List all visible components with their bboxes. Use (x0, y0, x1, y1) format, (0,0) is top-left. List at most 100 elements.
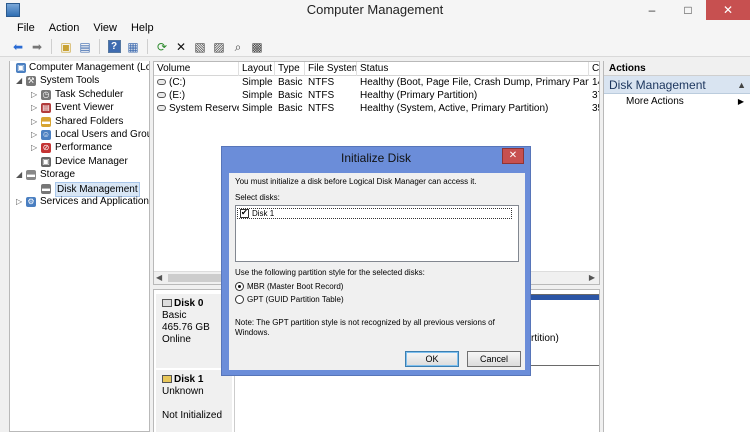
collapse-triangle-icon[interactable]: ◢ (16, 74, 22, 87)
search-icon[interactable]: ⌕ (230, 39, 246, 55)
help-icon[interactable]: ? (106, 39, 122, 55)
collapse-caret-icon[interactable]: ▲ (737, 76, 746, 94)
maximize-button[interactable]: □ (670, 0, 706, 20)
disk-properties-icon[interactable]: ▩ (249, 39, 265, 55)
expand-triangle-icon[interactable]: ▷ (31, 141, 37, 154)
tree-item-event-viewer[interactable]: ▷ ▤ Event Viewer (10, 101, 149, 114)
disk-select-list[interactable]: Disk 1 (235, 205, 519, 262)
disk-name: Disk 0 (174, 298, 204, 309)
scroll-right-icon[interactable]: ▶ (589, 273, 595, 282)
copy-icon[interactable]: ▨ (211, 39, 227, 55)
tree-item-storage[interactable]: ◢ ▬ Storage (10, 168, 149, 181)
column-header-type[interactable]: Type (275, 62, 305, 76)
scroll-left-icon[interactable]: ◀ (156, 273, 162, 282)
disk-icon (162, 299, 172, 308)
more-actions-item[interactable]: More Actions ▶ (604, 94, 750, 110)
expand-triangle-icon[interactable]: ▷ (31, 101, 37, 114)
volume-cell: (C:) (154, 76, 239, 89)
disk-list-item-label: Disk 1 (252, 209, 275, 218)
column-header-status[interactable]: Status (357, 62, 589, 76)
storage-icon: ▬ (26, 170, 36, 181)
dialog-title: Initialize Disk (340, 151, 412, 165)
partition-style-label: Use the following partition style for th… (235, 268, 425, 277)
volume-icon (157, 79, 166, 86)
ok-button[interactable]: OK (405, 351, 459, 367)
disk-1-label[interactable]: Disk 1 Unknown Not Initialized (156, 370, 232, 432)
tree-item-label: Storage (40, 169, 76, 181)
table-row[interactable]: (C:) Simple Basic NTFS Healthy (Boot, Pa… (154, 76, 599, 89)
navigation-tree: ▣ Computer Management (Local ◢ ⚒ System … (9, 61, 150, 432)
menu-action[interactable]: Action (42, 20, 87, 37)
mbr-option[interactable]: MBR (Master Boot Record) (235, 282, 343, 291)
column-header-volume[interactable]: Volume (154, 62, 239, 76)
close-window-button[interactable]: ✕ (706, 0, 750, 20)
table-row[interactable]: System Reserved Simple Basic NTFS Health… (154, 102, 599, 115)
layout-cell: Simple (242, 103, 273, 114)
properties-icon[interactable]: ▦ (125, 39, 141, 55)
users-groups-icon: ☺ (41, 129, 51, 140)
tree-item-task-scheduler[interactable]: ▷ ◷ Task Scheduler (10, 88, 149, 101)
help-icon-box: ? (107, 40, 121, 53)
volume-name: (E:) (169, 90, 186, 101)
expand-triangle-icon[interactable]: ▷ (16, 195, 22, 208)
back-arrow-icon[interactable]: ⬅ (10, 39, 26, 55)
tree-item-local-users-groups[interactable]: ▷ ☺ Local Users and Groups (10, 128, 149, 141)
delete-icon[interactable]: ✕ (173, 39, 189, 55)
layout-cell: Simple (242, 90, 273, 101)
minimize-button[interactable]: – (634, 0, 670, 20)
gpt-radio[interactable] (235, 295, 244, 304)
tree-item-label: Shared Folders (55, 115, 124, 127)
refresh-icon[interactable]: ⟳ (154, 39, 170, 55)
column-header-file-system[interactable]: File System (305, 62, 357, 76)
show-hide-tree-icon[interactable]: ▤ (77, 39, 93, 55)
forward-arrow-icon[interactable]: ➡ (29, 39, 45, 55)
shared-folders-icon: ▬ (41, 116, 51, 127)
menu-view[interactable]: View (86, 20, 124, 37)
disk-name: Disk 1 (174, 374, 204, 385)
volume-name: System Reserved (169, 103, 239, 114)
toolbar-separator (51, 39, 52, 54)
tree-item-computer-management[interactable]: ▣ Computer Management (Local (10, 61, 149, 74)
disk-list-item[interactable]: Disk 1 (237, 208, 512, 219)
fs-cell: NTFS (308, 77, 335, 88)
column-header-layout[interactable]: Layout (239, 62, 275, 76)
volume-table-header: Volume Layout Type File System Status C (154, 62, 599, 76)
actions-section-disk-management[interactable]: Disk Management ▲ (604, 76, 750, 94)
tree-item-services-applications[interactable]: ▷ ⚙ Services and Applications (10, 195, 149, 208)
menu-help[interactable]: Help (124, 20, 161, 37)
toolbar: ⬅ ➡ ▣ ▤ ? ▦ ⟳ ✕ ▧ ▨ ⌕ ▩ (0, 37, 750, 57)
initialize-disk-dialog: Initialize Disk ✕ You must initialize a … (221, 146, 531, 376)
services-icon: ⚙ (26, 196, 36, 207)
disk-icon (162, 375, 172, 384)
disk-1-unallocated[interactable] (234, 370, 599, 432)
partition-block[interactable]: rtition) (524, 294, 599, 366)
volume-icon (157, 92, 166, 99)
mbr-radio[interactable] (235, 282, 244, 291)
event-viewer-icon: ▤ (41, 103, 51, 114)
actions-section-label: Disk Management (609, 78, 706, 92)
up-folder-icon[interactable]: ▣ (58, 39, 74, 55)
volume-icon (157, 105, 166, 112)
collapse-triangle-icon[interactable]: ◢ (16, 168, 22, 181)
expand-triangle-icon[interactable]: ▷ (31, 115, 37, 128)
menu-file[interactable]: File (10, 20, 42, 37)
open-icon[interactable]: ▧ (192, 39, 208, 55)
mbr-label: MBR (Master Boot Record) (247, 282, 344, 291)
tree-item-system-tools[interactable]: ◢ ⚒ System Tools (10, 74, 149, 87)
tree-item-label: Event Viewer (55, 102, 114, 114)
disk-1-checkbox[interactable] (240, 208, 249, 218)
tree-item-disk-management[interactable]: ▬ Disk Management (10, 181, 149, 197)
tree-item-label: Task Scheduler (55, 88, 124, 100)
cancel-button[interactable]: Cancel (467, 351, 521, 367)
expand-triangle-icon[interactable]: ▷ (31, 88, 37, 101)
expand-triangle-icon[interactable]: ▷ (31, 128, 37, 141)
tree-item-device-manager[interactable]: ▣ Device Manager (10, 155, 149, 168)
select-disks-label: Select disks: (235, 193, 280, 202)
tree-item-shared-folders[interactable]: ▷ ▬ Shared Folders (10, 115, 149, 128)
table-row[interactable]: (E:) Simple Basic NTFS Healthy (Primary … (154, 89, 599, 102)
tree-item-performance[interactable]: ▷ ⊘ Performance (10, 141, 149, 154)
dialog-close-button[interactable]: ✕ (502, 148, 524, 164)
column-header-capacity[interactable]: C (589, 62, 599, 76)
gpt-option[interactable]: GPT (GUID Partition Table) (235, 295, 344, 304)
submenu-arrow-icon: ▶ (737, 97, 744, 106)
